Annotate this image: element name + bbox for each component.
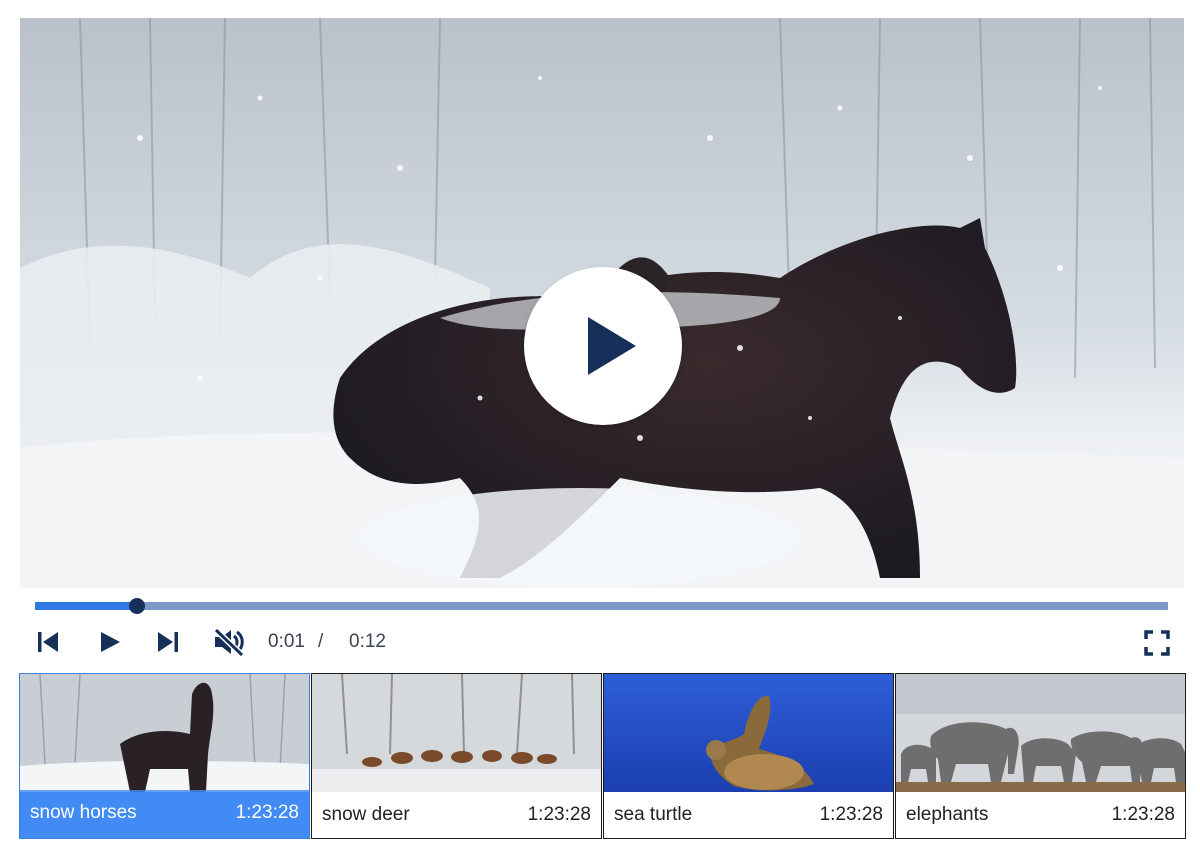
playlist-caption: elephants 1:23:28	[896, 792, 1185, 838]
play-button[interactable]	[90, 620, 130, 664]
progress-fill	[35, 602, 137, 610]
playlist-item-duration: 1:23:28	[235, 802, 299, 823]
big-play-button[interactable]	[524, 267, 682, 425]
playlist-item-sea-turtle[interactable]: sea turtle 1:23:28	[603, 673, 894, 839]
playlist-item-snow-deer[interactable]: snow deer 1:23:28	[311, 673, 602, 839]
progress-track[interactable]	[35, 602, 1168, 610]
time-separator: /	[318, 631, 324, 652]
playlist-item-elephants[interactable]: elephants 1:23:28	[895, 673, 1186, 839]
playlist-caption: snow horses 1:23:28	[20, 790, 309, 838]
thumbnail-image	[896, 674, 1185, 792]
playlist-item-title: elephants	[906, 804, 989, 825]
volume-muted-icon	[213, 628, 245, 656]
control-bar: 0:01 / 0:12	[20, 620, 1184, 664]
playlist-item-duration: 1:23:28	[819, 804, 883, 825]
progress-thumb[interactable]	[129, 598, 145, 614]
playlist-caption: sea turtle 1:23:28	[604, 792, 893, 838]
skip-next-icon	[158, 632, 178, 652]
playlist: snow horses 1:23:28 snow deer 1:23:28 se…	[19, 673, 1186, 839]
skip-previous-icon	[38, 632, 58, 652]
playlist-item-duration: 1:23:28	[527, 804, 591, 825]
current-time: 0:01	[268, 631, 305, 652]
progress-bar[interactable]	[35, 598, 1168, 614]
playlist-item-title: sea turtle	[614, 804, 693, 825]
thumbnail-image	[312, 674, 601, 792]
fullscreen-button[interactable]	[1136, 620, 1176, 664]
play-icon	[588, 317, 636, 375]
mute-button[interactable]	[208, 620, 248, 664]
playlist-caption: snow deer 1:23:28	[312, 792, 601, 838]
video-player[interactable]	[20, 18, 1184, 588]
playlist-item-title: snow horses	[30, 802, 137, 823]
playlist-item-title: snow deer	[322, 804, 410, 825]
thumbnail-image	[20, 674, 309, 792]
play-icon	[101, 632, 120, 652]
playlist-item-snow-horses[interactable]: snow horses 1:23:28	[19, 673, 310, 839]
previous-button[interactable]	[28, 620, 68, 664]
next-button[interactable]	[148, 620, 188, 664]
fullscreen-icon	[1144, 630, 1170, 656]
playlist-item-duration: 1:23:28	[1111, 804, 1175, 825]
thumbnail-image	[604, 674, 893, 792]
duration-time: 0:12	[349, 631, 386, 652]
